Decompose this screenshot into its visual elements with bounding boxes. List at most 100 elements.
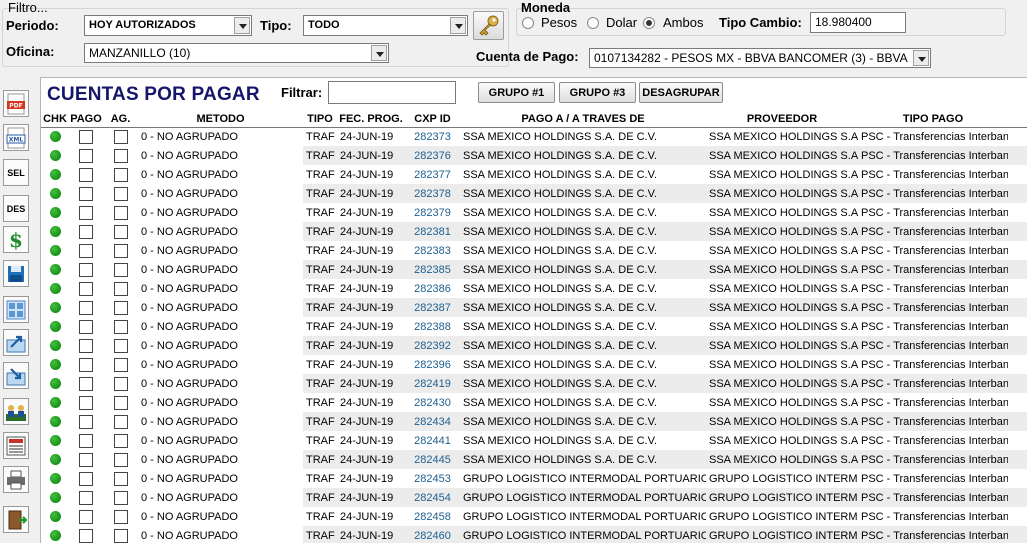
ag-checkbox[interactable] [113,186,128,201]
pago-checkbox[interactable] [79,319,93,334]
ag-checkbox[interactable] [113,490,128,505]
ag-checkbox[interactable] [113,167,128,182]
cxp-id-link[interactable]: 282386 [405,279,460,298]
table-row[interactable]: 0 - NO AGRUPADO TRAF 24-JUN-19 282379 SSA ME… [41,203,1027,222]
cxp-id-link[interactable]: 282445 [405,450,460,469]
col-cxp-id[interactable]: CXP ID [405,111,460,128]
report-button[interactable] [3,432,29,459]
grid-button[interactable] [3,296,29,323]
pago-checkbox[interactable] [79,452,93,467]
pago-checkbox[interactable] [79,376,93,391]
cxp-id-link[interactable]: 282441 [405,431,460,450]
pdf-button[interactable]: PDF [3,90,29,117]
desagrupar-button[interactable]: DESAGRUPAR [639,82,723,103]
pago-checkbox[interactable] [79,281,93,296]
users-button[interactable] [3,398,29,425]
ag-checkbox[interactable] [113,433,128,448]
pago-checkbox[interactable] [79,509,93,524]
pago-checkbox[interactable] [79,186,93,201]
pago-checkbox[interactable] [79,243,93,258]
table-row[interactable]: 0 - NO AGRUPADO TRAF 24-JUN-19 282378 SSA ME… [41,184,1027,203]
col-ag[interactable]: AG. [103,111,138,128]
table-row[interactable]: 0 - NO AGRUPADO TRAF 24-JUN-19 282381 SSA ME… [41,222,1027,241]
table-row[interactable]: 0 - NO AGRUPADO TRAF 24-JUN-19 282392 SSA ME… [41,336,1027,355]
cxp-id-link[interactable]: 282458 [405,507,460,526]
grupo-3-button[interactable]: GRUPO #3 [559,82,636,103]
table-row[interactable]: 0 - NO AGRUPADO TRAF 24-JUN-19 282385 SSA ME… [41,260,1027,279]
table-row[interactable]: 0 - NO AGRUPADO TRAF 24-JUN-19 282388 SSA ME… [41,317,1027,336]
ag-checkbox[interactable] [113,129,128,144]
table-row[interactable]: 0 - NO AGRUPADO TRAF 24-JUN-19 282376 SSA ME… [41,146,1027,165]
cuenta-pago-select[interactable]: 0107134282 - PESOS MX - BBVA BANCOMER (3… [589,48,931,68]
cxp-id-link[interactable]: 282388 [405,317,460,336]
table-row[interactable]: 0 - NO AGRUPADO TRAF 24-JUN-19 282386 SSA ME… [41,279,1027,298]
cxp-id-link[interactable]: 282385 [405,260,460,279]
cxp-id-link[interactable]: 282453 [405,469,460,488]
ag-checkbox[interactable] [113,148,128,163]
cxp-id-link[interactable]: 282396 [405,355,460,374]
dollar-button[interactable]: $ [3,226,29,253]
table-row[interactable]: 0 - NO AGRUPADO TRAF 24-JUN-19 282434 SSA ME… [41,412,1027,431]
cxp-id-link[interactable]: 282419 [405,374,460,393]
col-tipo[interactable]: TIPO [303,111,337,128]
ag-checkbox[interactable] [113,376,128,391]
pago-checkbox[interactable] [79,148,93,163]
col-pago[interactable]: PAGO [69,111,103,128]
col-tipo-pago[interactable]: TIPO PAGO [858,111,1008,128]
table-row[interactable]: 0 - NO AGRUPADO TRAF 24-JUN-19 282458 GRUPO … [41,507,1027,526]
table-row[interactable]: 0 - NO AGRUPADO TRAF 24-JUN-19 282377 SSA ME… [41,165,1027,184]
cxp-id-link[interactable]: 282430 [405,393,460,412]
cxp-id-link[interactable]: 282392 [405,336,460,355]
ag-checkbox[interactable] [113,205,128,220]
select-all-button[interactable]: SEL [3,159,29,186]
table-row[interactable]: 0 - NO AGRUPADO TRAF 24-JUN-19 282460 GRUPO … [41,526,1027,543]
filtrar-input[interactable] [328,81,456,104]
pago-checkbox[interactable] [79,224,93,239]
table-row[interactable]: 0 - NO AGRUPADO TRAF 24-JUN-19 282453 GRUPO … [41,469,1027,488]
import-button[interactable] [3,362,29,389]
ag-checkbox[interactable] [113,357,128,372]
ag-checkbox[interactable] [113,414,128,429]
cxp-id-link[interactable]: 282454 [405,488,460,507]
table-row[interactable]: 0 - NO AGRUPADO TRAF 24-JUN-19 282419 SSA ME… [41,374,1027,393]
col-fec-prog[interactable]: FEC. PROG. [337,111,405,128]
ag-checkbox[interactable] [113,300,128,315]
col-metodo[interactable]: METODO [138,111,303,128]
ag-checkbox[interactable] [113,224,128,239]
oficina-select[interactable]: MANZANILLO (10) [84,43,389,63]
pago-checkbox[interactable] [79,357,93,372]
export-button[interactable] [3,329,29,356]
tipo-select[interactable]: TODO [303,15,468,36]
tipo-cambio-input[interactable]: 18.980400 [810,12,906,33]
grupo-1-button[interactable]: GRUPO #1 [478,82,555,103]
table-row[interactable]: 0 - NO AGRUPADO TRAF 24-JUN-19 282445 SSA ME… [41,450,1027,469]
cxp-id-link[interactable]: 282460 [405,526,460,543]
cxp-id-link[interactable]: 282383 [405,241,460,260]
exit-button[interactable] [3,506,29,533]
table-row[interactable]: 0 - NO AGRUPADO TRAF 24-JUN-19 282441 SSA ME… [41,431,1027,450]
cxp-id-link[interactable]: 282378 [405,184,460,203]
cxp-id-link[interactable]: 282434 [405,412,460,431]
cxp-id-link[interactable]: 282379 [405,203,460,222]
pago-checkbox[interactable] [79,300,93,315]
ag-checkbox[interactable] [113,471,128,486]
xml-button[interactable]: XML [3,124,29,151]
cxp-id-link[interactable]: 282376 [405,146,460,165]
ag-checkbox[interactable] [113,281,128,296]
ag-checkbox[interactable] [113,262,128,277]
col-proveedor[interactable]: PROVEEDOR [706,111,858,128]
col-chk[interactable]: CHK [41,111,69,128]
ag-checkbox[interactable] [113,319,128,334]
cxp-id-link[interactable]: 282381 [405,222,460,241]
pago-checkbox[interactable] [79,262,93,277]
pago-checkbox[interactable] [79,471,93,486]
ag-checkbox[interactable] [113,509,128,524]
pago-checkbox[interactable] [79,528,93,543]
save-button[interactable] [3,260,29,287]
pago-checkbox[interactable] [79,129,93,144]
table-row[interactable]: 0 - NO AGRUPADO TRAF 24-JUN-19 282454 GRUPO … [41,488,1027,507]
periodo-select[interactable]: HOY AUTORIZADOS [84,15,252,36]
col-pago-a[interactable]: PAGO A / A TRAVES DE [460,111,706,128]
ag-checkbox[interactable] [113,243,128,258]
table-row[interactable]: 0 - NO AGRUPADO TRAF 24-JUN-19 282396 SSA ME… [41,355,1027,374]
